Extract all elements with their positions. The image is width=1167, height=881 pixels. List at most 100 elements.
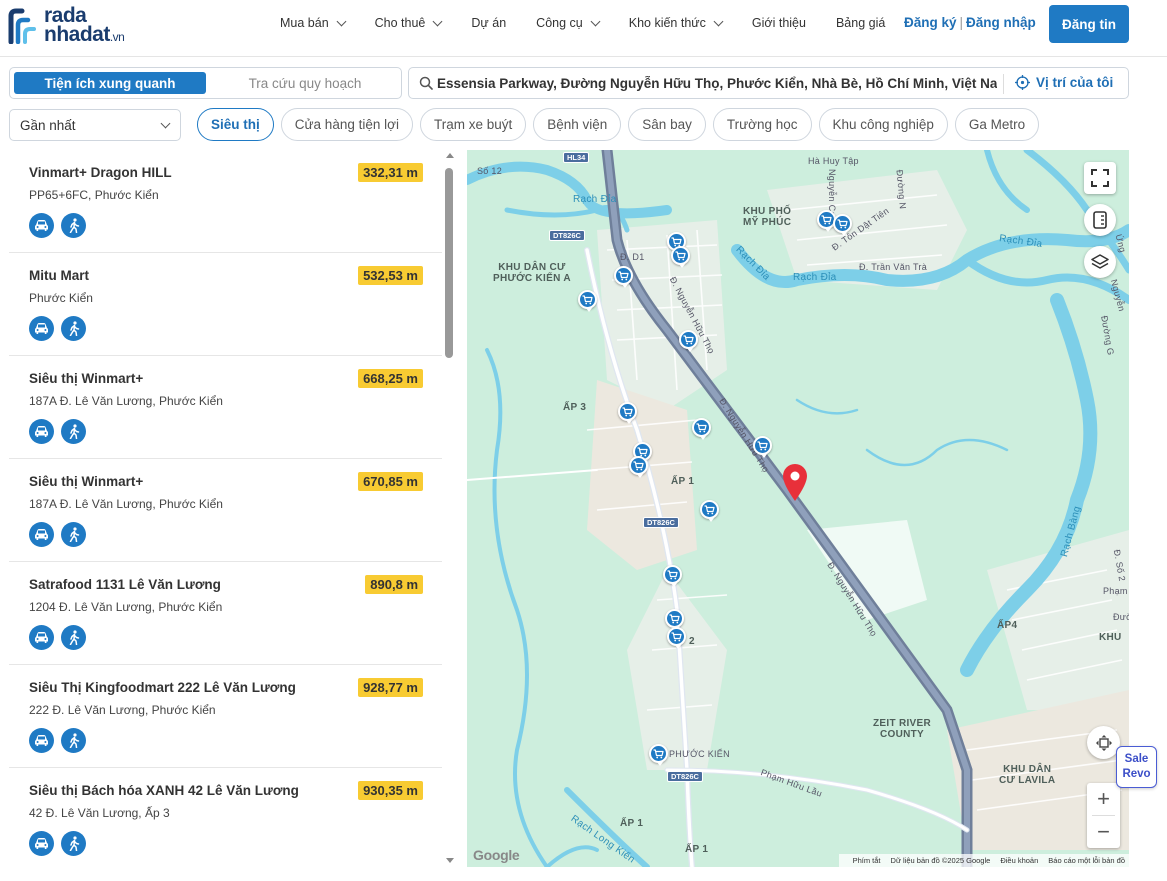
map-label-ap1: ẤP 1 — [671, 476, 695, 487]
chip-benh-vien[interactable]: Bệnh viện — [533, 108, 622, 141]
place-name: Siêu thị Winmart+ — [29, 474, 144, 489]
supermarket-marker[interactable] — [629, 456, 648, 478]
tab-tien-ich[interactable]: Tiện ích xung quanh — [14, 72, 206, 94]
logo-icon — [8, 8, 36, 44]
cart-icon — [622, 406, 633, 416]
zoom-in-button[interactable]: + — [1087, 783, 1120, 815]
category-chips: Siêu thị Cửa hàng tiện lợi Trạm xe buýt … — [197, 108, 1046, 141]
post-listing-button[interactable]: Đăng tin — [1049, 5, 1129, 43]
supermarket-marker[interactable] — [578, 290, 597, 312]
chip-tram-xe-buyt[interactable]: Trạm xe buýt — [419, 108, 527, 141]
logo[interactable]: rada nhadat.vn — [8, 5, 158, 46]
supermarket-marker[interactable] — [665, 609, 684, 631]
place-name: Siêu thị Winmart+ — [29, 371, 144, 386]
supermarket-marker[interactable] — [663, 565, 682, 587]
tab-tra-cuu-quy-hoach[interactable]: Tra cứu quy hoạch — [210, 72, 400, 94]
distance-badge: 890,8 m — [365, 575, 423, 594]
supermarket-marker[interactable] — [833, 214, 852, 236]
travel-modes — [29, 522, 93, 547]
car-icon[interactable] — [29, 728, 54, 753]
zoom-out-button[interactable]: − — [1087, 816, 1120, 848]
address-input[interactable] — [437, 72, 997, 94]
nav-cong-cu[interactable]: Công cụ — [536, 16, 601, 30]
sort-select[interactable]: Gần nhất — [9, 109, 181, 141]
list-scrollbar[interactable] — [442, 150, 458, 866]
car-icon[interactable] — [29, 522, 54, 547]
location-pin-icon[interactable] — [780, 462, 810, 502]
walk-icon[interactable] — [61, 831, 86, 856]
chevron-down-icon — [590, 16, 601, 26]
nav-kho-kien-thuc[interactable]: Kho kiến thức — [629, 16, 724, 30]
distance-badge: 930,35 m — [358, 781, 423, 800]
walk-icon[interactable] — [61, 213, 86, 238]
nav-du-an[interactable]: Dự án — [471, 16, 506, 30]
car-icon[interactable] — [29, 213, 54, 238]
nav-cho-thue[interactable]: Cho thuê — [375, 16, 443, 30]
car-icon[interactable] — [29, 316, 54, 341]
supermarket-marker[interactable] — [700, 500, 719, 522]
nav-gioi-thieu[interactable]: Giới thiệu — [752, 16, 806, 30]
book-icon — [1093, 211, 1107, 229]
supermarket-marker[interactable] — [618, 402, 637, 424]
sale-revo-badge[interactable]: Sale Revo — [1116, 746, 1157, 788]
car-icon[interactable] — [29, 831, 54, 856]
chevron-down-icon — [160, 118, 171, 129]
car-icon[interactable] — [29, 625, 54, 650]
chip-truong-hoc[interactable]: Trường học — [712, 108, 812, 141]
supermarket-marker[interactable] — [753, 436, 772, 458]
supermarket-marker[interactable] — [679, 330, 698, 352]
cart-icon — [671, 236, 682, 246]
cart-icon — [669, 613, 680, 623]
chip-sieu-thi[interactable]: Siêu thị — [197, 108, 274, 141]
register-link[interactable]: Đăng ký — [904, 15, 957, 30]
walk-icon[interactable] — [61, 419, 86, 444]
scroll-thumb[interactable] — [445, 168, 453, 358]
my-location-button[interactable]: Vị trí của tôi — [1015, 75, 1113, 90]
chip-cua-hang-tien-loi[interactable]: Cửa hàng tiện lợi — [280, 108, 413, 141]
map-label-d-d1: Đ. D1 — [620, 252, 645, 262]
keyboard-shortcuts-link[interactable]: Phím tắt — [853, 856, 881, 865]
supermarket-marker[interactable] — [667, 627, 686, 649]
auth-links: Đăng ký | Đăng nhập — [904, 15, 1036, 30]
chip-san-bay[interactable]: Sân bay — [628, 108, 706, 141]
supermarket-marker[interactable] — [671, 246, 690, 268]
place-name: Satrafood 1131 Lê Văn Lương — [29, 577, 221, 592]
supermarket-marker[interactable] — [614, 266, 633, 288]
nav-bang-gia[interactable]: Bảng giá — [836, 16, 885, 30]
walk-icon[interactable] — [61, 316, 86, 341]
walk-icon[interactable] — [61, 522, 86, 547]
walk-icon[interactable] — [61, 728, 86, 753]
mode-toggle: Tiện ích xung quanh Tra cứu quy hoạch — [9, 67, 402, 99]
report-error-link[interactable]: Báo cáo một lỗi bản đồ — [1048, 856, 1125, 865]
scroll-down-arrow[interactable] — [446, 858, 454, 863]
map-view[interactable]: KHU PHỐ MỸ PHÚC KHU DÂN CƯ PHƯỚC KIỂN A ẤP… — [467, 150, 1129, 867]
place-list: Vinmart+ Dragon HILL PP65+6FC, Phước Kiể… — [9, 150, 442, 866]
cart-icon — [696, 422, 707, 432]
layers-button[interactable] — [1084, 246, 1116, 278]
list-item[interactable]: Siêu Thị Kingfoodmart 222 Lê Văn Lương 2… — [9, 665, 442, 768]
terms-link[interactable]: Điều khoản — [1000, 856, 1038, 865]
nav-mua-ban[interactable]: Mua bán — [280, 16, 347, 30]
distance-badge: 532,53 m — [358, 266, 423, 285]
walk-icon[interactable] — [61, 625, 86, 650]
list-item[interactable]: Siêu thị Winmart+ 187A Đ. Lê Văn Lương, … — [9, 356, 442, 459]
search-divider — [1003, 74, 1004, 94]
list-item[interactable]: Vinmart+ Dragon HILL PP65+6FC, Phước Kiể… — [9, 150, 442, 253]
place-address: Phước Kiển — [29, 291, 93, 305]
supermarket-marker[interactable] — [692, 418, 711, 440]
chip-ga-metro[interactable]: Ga Metro — [954, 108, 1040, 141]
legend-button[interactable] — [1084, 204, 1116, 236]
login-link[interactable]: Đăng nhập — [966, 15, 1036, 30]
scroll-up-arrow[interactable] — [446, 153, 454, 158]
chevron-down-icon — [336, 16, 347, 26]
list-item[interactable]: Mitu Mart Phước Kiển 532,53 m — [9, 253, 442, 356]
map-attribution: Phím tắt Dữ liệu bản đồ ©2025 Google Điề… — [838, 854, 1129, 867]
list-item[interactable]: Satrafood 1131 Lê Văn Lương 1204 Đ. Lê V… — [9, 562, 442, 665]
fullscreen-button[interactable] — [1084, 162, 1116, 194]
list-item[interactable]: Siêu thị Winmart+ 187A Đ. Lê Văn Lương, … — [9, 459, 442, 562]
list-item[interactable]: Siêu thị Bách hóa XANH 42 Lê Văn Lương 4… — [9, 768, 442, 866]
supermarket-marker[interactable] — [649, 744, 668, 766]
chip-khu-cong-nghiep[interactable]: Khu công nghiệp — [818, 108, 948, 141]
zoom-control: + − — [1087, 783, 1120, 848]
car-icon[interactable] — [29, 419, 54, 444]
